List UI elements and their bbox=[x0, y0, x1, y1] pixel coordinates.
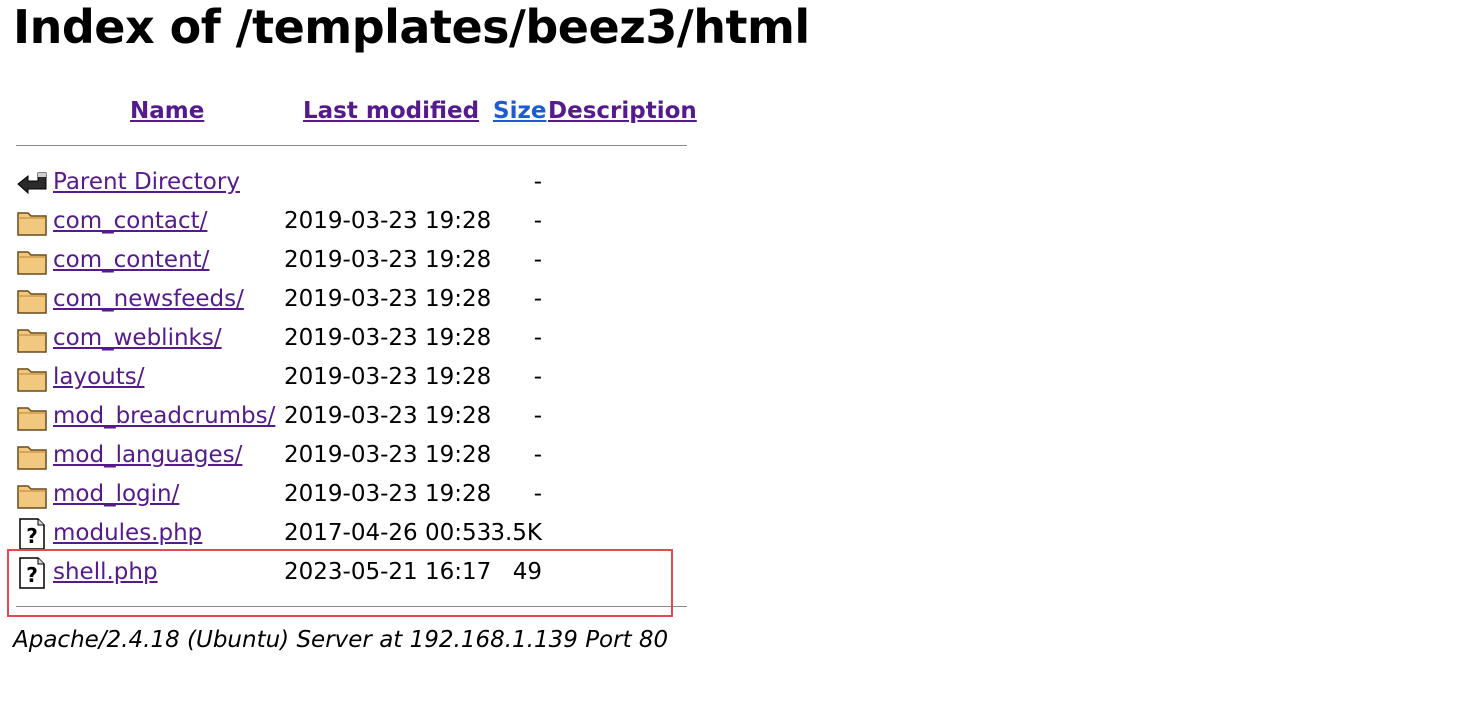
last-modified-cell: 2019-03-23 19:28 bbox=[284, 403, 492, 429]
file-link[interactable]: com_contact/ bbox=[53, 203, 207, 240]
folder-icon bbox=[16, 440, 48, 472]
table-row: com_weblinks/ 2019-03-23 19:28 - bbox=[0, 320, 700, 359]
file-link[interactable]: mod_login/ bbox=[53, 476, 179, 513]
parent-directory-link[interactable]: Parent Directory bbox=[53, 164, 240, 201]
last-modified-cell: 2019-03-23 19:28 bbox=[284, 208, 492, 234]
header-divider bbox=[16, 145, 687, 146]
file-link[interactable]: modules.php bbox=[53, 515, 202, 552]
file-link[interactable]: com_weblinks/ bbox=[53, 320, 222, 357]
table-row: com_contact/ 2019-03-23 19:28 - bbox=[0, 203, 700, 242]
size-cell: 3.5K bbox=[490, 520, 542, 546]
table-row: Parent Directory - bbox=[0, 164, 700, 203]
sort-by-size-link[interactable]: Size bbox=[493, 94, 546, 128]
table-row: mod_languages/ 2019-03-23 19:28 - bbox=[0, 437, 700, 476]
size-cell: - bbox=[533, 442, 542, 468]
last-modified-cell: 2017-04-26 00:53 bbox=[284, 520, 492, 546]
size-cell: - bbox=[533, 208, 542, 234]
folder-icon bbox=[16, 362, 48, 394]
table-row: com_content/ 2019-03-23 19:28 - bbox=[0, 242, 700, 281]
file-link[interactable]: com_newsfeeds/ bbox=[53, 281, 244, 318]
table-row: mod_breadcrumbs/ 2019-03-23 19:28 - bbox=[0, 398, 700, 437]
size-cell: - bbox=[533, 286, 542, 312]
size-cell: - bbox=[533, 169, 542, 195]
last-modified-cell: 2019-03-23 19:28 bbox=[284, 286, 492, 312]
back-arrow-icon bbox=[16, 167, 48, 199]
size-cell: - bbox=[533, 403, 542, 429]
folder-icon bbox=[16, 245, 48, 277]
file-link[interactable]: com_content/ bbox=[53, 242, 209, 279]
last-modified-cell: 2019-03-23 19:28 bbox=[284, 325, 492, 351]
folder-icon bbox=[16, 479, 48, 511]
sort-by-last-modified-link[interactable]: Last modified bbox=[303, 94, 479, 128]
server-signature: Apache/2.4.18 (Ubuntu) Server at 192.168… bbox=[13, 627, 669, 653]
folder-icon bbox=[16, 401, 48, 433]
folder-icon bbox=[16, 206, 48, 238]
file-link[interactable]: layouts/ bbox=[53, 359, 145, 396]
table-row: layouts/ 2019-03-23 19:28 - bbox=[0, 359, 700, 398]
size-cell: - bbox=[533, 325, 542, 351]
size-cell: - bbox=[533, 247, 542, 273]
table-row: mod_login/ 2019-03-23 19:28 - bbox=[0, 476, 700, 515]
sort-by-name-link[interactable]: Name bbox=[130, 94, 204, 128]
directory-listing-page: Index of /templates/beez3/html Name Last… bbox=[0, 0, 1465, 713]
last-modified-cell: 2019-03-23 19:28 bbox=[284, 481, 492, 507]
unknown-file-icon: ? bbox=[16, 518, 48, 550]
folder-icon bbox=[16, 323, 48, 355]
table-row: com_newsfeeds/ 2019-03-23 19:28 - bbox=[0, 281, 700, 320]
page-title: Index of /templates/beez3/html bbox=[13, 0, 810, 54]
svg-text:?: ? bbox=[26, 524, 38, 548]
last-modified-cell: 2019-03-23 19:28 bbox=[284, 364, 492, 390]
highlight-box bbox=[7, 549, 673, 617]
file-link[interactable]: mod_breadcrumbs/ bbox=[53, 398, 275, 435]
file-link[interactable]: mod_languages/ bbox=[53, 437, 242, 474]
sort-by-description-link[interactable]: Description bbox=[548, 94, 697, 128]
size-cell: - bbox=[533, 364, 542, 390]
size-cell: - bbox=[533, 481, 542, 507]
folder-icon bbox=[16, 284, 48, 316]
last-modified-cell: 2019-03-23 19:28 bbox=[284, 247, 492, 273]
last-modified-cell: 2019-03-23 19:28 bbox=[284, 442, 492, 468]
